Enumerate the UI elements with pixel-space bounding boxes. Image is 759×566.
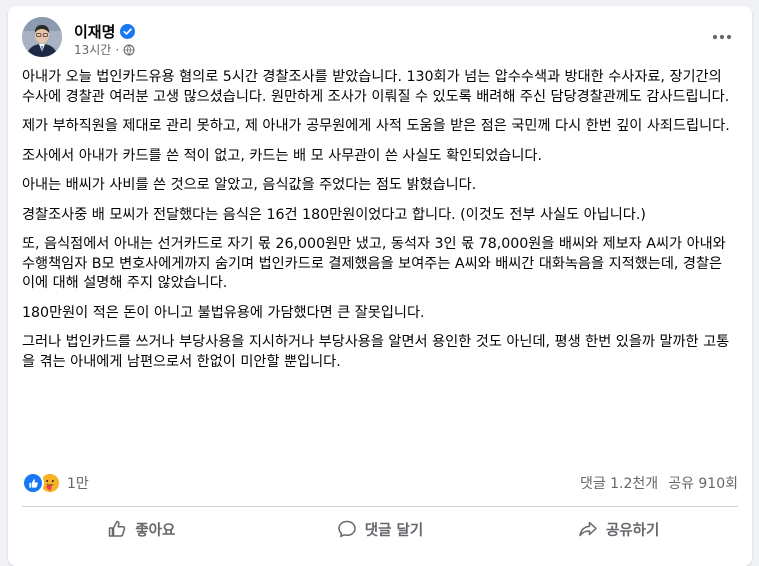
engagement-stats: 댓글 1.2천개 공유 910회 <box>580 473 738 493</box>
author-row: 이재명 <box>74 21 136 42</box>
post-header: 이재명 13시간 · <box>22 17 738 61</box>
avatar-image <box>22 17 62 57</box>
comment-count[interactable]: 댓글 1.2천개 <box>580 473 658 493</box>
post-stats: 1만 댓글 1.2천개 공유 910회 <box>22 472 738 494</box>
meta-separator: · <box>115 42 120 57</box>
post-paragraph: 아내가 오늘 법인카드유용 혐의로 5시간 경찰조사를 받았습니다. 130회가… <box>22 69 730 105</box>
like-reaction-icon <box>22 472 44 494</box>
share-button[interactable]: 공유하기 <box>499 511 738 547</box>
verified-badge-icon <box>120 24 136 39</box>
post-paragraph: 제가 부하직원을 제대로 관리 못하고, 제 아내가 공무원에게 사적 도움을 … <box>22 118 730 134</box>
comment-button[interactable]: 댓글 달기 <box>261 511 500 547</box>
reaction-count: 1만 <box>67 476 89 492</box>
reaction-summary[interactable]: 1만 <box>22 472 89 494</box>
share-icon <box>579 521 597 537</box>
post-paragraph: 조사에서 아내가 카드를 쓴 적이 없고, 카드는 배 모 사무관이 쓴 사실도… <box>22 147 542 164</box>
like-button-label: 좋아요 <box>135 522 176 539</box>
share-button-label: 공유하기 <box>605 522 660 539</box>
post-paragraph: 아내는 배씨가 사비를 쓴 것으로 알았고, 음식값을 주었다는 점도 밝혔습니… <box>22 177 477 193</box>
post-meta: 13시간 · <box>74 41 135 58</box>
post-time[interactable]: 13시간 <box>74 41 111 58</box>
avatar[interactable] <box>22 17 62 57</box>
comment-icon <box>338 520 356 538</box>
comment-button-label: 댓글 달기 <box>364 522 424 539</box>
post-paragraph: 그러나 법인카드를 쓰거나 부당사용을 지시하거나 부당사용을 알면서 용인한 … <box>22 334 730 370</box>
thumbs-up-icon <box>109 520 126 537</box>
post-paragraph: 180만원이 적은 돈이 아니고 불법유용에 가담했다면 큰 잘못입니다. <box>22 304 425 321</box>
post-card: 이재명 13시간 · 아내가 오늘 법인카드유용 혐의로 5시간 경찰조사를 받… <box>8 6 752 566</box>
post-body: 아내가 오늘 법인카드유용 혐의로 5시간 경찰조사를 받았습니다. 130회가… <box>22 68 734 382</box>
post-paragraph: 또, 음식점에서 아내는 선거카드로 자기 몫 26,000원만 냈고, 동석자… <box>22 236 726 291</box>
actions-divider <box>22 506 738 507</box>
share-count[interactable]: 공유 910회 <box>668 473 738 493</box>
more-options-button[interactable] <box>706 21 738 53</box>
more-horizontal-icon <box>712 34 732 40</box>
post-paragraph: 경찰조사중 배 모씨가 전달했다는 음식은 16건 180만원이었다고 합니다.… <box>22 206 646 223</box>
like-button[interactable]: 좋아요 <box>22 511 261 547</box>
globe-icon[interactable] <box>123 44 135 56</box>
author-name[interactable]: 이재명 <box>74 21 115 42</box>
post-actions: 좋아요 댓글 달기 공유하기 <box>22 511 738 547</box>
